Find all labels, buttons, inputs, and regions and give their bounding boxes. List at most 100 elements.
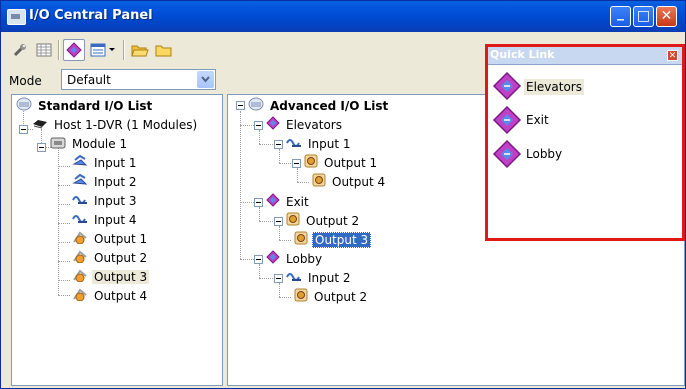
toolbar-separator [123,40,125,60]
tree-label: Input 2 [94,175,137,189]
maximize-icon: □ [636,8,651,24]
tree-item-module[interactable]: Module 1 [50,135,129,153]
io-icon[interactable] [63,39,85,61]
tree-item-output[interactable]: Output 4 [312,173,387,191]
module-icon [50,136,66,154]
input-icon [72,154,88,173]
collapse-toggle[interactable] [274,140,283,149]
output-icon [72,268,88,287]
collapse-toggle[interactable] [236,101,245,110]
quick-link-lobby[interactable]: Lobby [492,137,678,173]
tree-group-elevators[interactable]: Elevators [266,116,344,134]
tree-label: Output 4 [94,289,148,303]
wrench-icon[interactable] [9,39,31,61]
quick-link-exit[interactable]: Exit [492,103,678,139]
quick-link-label: Elevators [524,79,584,95]
dropdown-arrow-icon[interactable] [107,39,117,61]
maximize-button[interactable]: □ [633,6,654,27]
tree-label: Lobby [286,252,323,266]
tree-item-output[interactable]: Output 1 [304,154,379,172]
minimize-icon: _ [617,5,624,21]
collapse-toggle[interactable] [274,274,283,283]
input-icon [72,173,88,192]
tree-item-input[interactable]: Input 1 [72,154,139,172]
list-icon[interactable] [87,39,109,61]
tree-item-input[interactable]: Input 1 [286,135,353,153]
tree-item-input[interactable]: Input 3 [72,192,139,210]
tree-label: Module 1 [72,137,128,151]
close-icon[interactable]: ✕ [667,50,678,61]
tree-item-input[interactable]: Input 2 [72,173,139,191]
input-wave-icon [286,269,302,288]
tree-item-output[interactable]: Output 2 [286,212,361,230]
collapse-toggle[interactable] [274,217,283,226]
tree-label: Exit [286,195,309,209]
output-module-icon [286,212,300,231]
list-folder-icon [248,97,264,116]
io-group-icon [266,250,280,269]
tree-item-output[interactable]: Output 2 [294,288,369,306]
standard-io-tree[interactable]: Standard I/O List Host 1-DVR (1 Modules)… [11,94,223,386]
collapse-toggle[interactable] [254,255,263,264]
window-title: I/O Central Panel [29,8,153,23]
tree-label: Output 2 [94,251,148,265]
quick-link-panel: Quick Link ✕ Elevators Exit Lobby [485,44,685,241]
tree-item-output[interactable]: Output 3 [72,268,150,287]
quick-link-title: Quick Link [490,48,555,61]
tree-item-input[interactable]: Input 4 [72,211,139,229]
tree-root-advanced[interactable]: Advanced I/O List [248,97,390,115]
close-icon: ✕ [660,8,673,24]
collapse-toggle[interactable] [19,125,28,134]
minimize-button[interactable]: _ [610,5,631,27]
output-icon [72,287,88,306]
tree-label: Output 4 [332,175,386,189]
tree-label: Output 2 [306,214,360,228]
collapse-toggle[interactable] [254,198,263,207]
io-group-icon [492,139,522,172]
tree-label: Output 3 [92,270,150,284]
tree-item-host[interactable]: Host 1-DVR (1 Modules) [32,116,199,134]
input-wave-icon [286,135,302,154]
mode-value: Default [67,73,111,87]
tree-label: Output 2 [314,290,368,304]
tree-label: Output 3 [312,232,372,248]
io-group-icon [266,116,280,135]
dvr-icon [32,117,48,135]
collapse-toggle[interactable] [254,121,263,130]
quick-link-header[interactable]: Quick Link ✕ [488,47,682,65]
folder-icon[interactable] [153,39,175,61]
quick-link-elevators[interactable]: Elevators [492,69,678,105]
io-group-icon [492,105,522,138]
output-icon [72,249,88,268]
title-bar[interactable]: I/O Central Panel _ □ ✕ [1,1,685,32]
list-folder-icon [16,97,32,116]
output-module-icon [294,288,308,307]
io-group-icon [492,71,522,104]
tree-label: Input 2 [308,271,351,285]
tree-item-output[interactable]: Output 1 [72,230,149,248]
close-button[interactable]: ✕ [656,6,677,27]
tree-item-output[interactable]: Output 2 [72,249,149,267]
output-module-icon [312,173,326,192]
mode-select[interactable]: Default [61,69,216,90]
tree-root-standard[interactable]: Standard I/O List [16,97,154,115]
tree-item-output[interactable]: Output 4 [72,287,149,305]
output-icon [72,230,88,249]
main-window: I/O Central Panel _ □ ✕ Mode Default Sta… [0,0,686,389]
tree-label: Host 1-DVR (1 Modules) [54,118,198,132]
tree-item-input[interactable]: Input 2 [286,269,353,287]
tree-label: Input 3 [94,194,137,208]
tree-label: Advanced I/O List [270,99,389,113]
grid-icon[interactable] [33,39,55,61]
chevron-down-icon[interactable] [197,71,214,88]
tree-group-exit[interactable]: Exit [266,193,311,211]
collapse-toggle[interactable] [292,159,301,168]
collapse-toggle[interactable] [37,143,46,152]
open-folder-icon[interactable] [129,39,151,61]
tree-label: Output 1 [324,156,378,170]
input-wave-icon [72,192,88,211]
tree-label: Standard I/O List [38,99,153,113]
output-module-icon [304,154,318,173]
tree-item-output-selected[interactable]: Output 3 [294,231,372,249]
tree-group-lobby[interactable]: Lobby [266,250,324,268]
